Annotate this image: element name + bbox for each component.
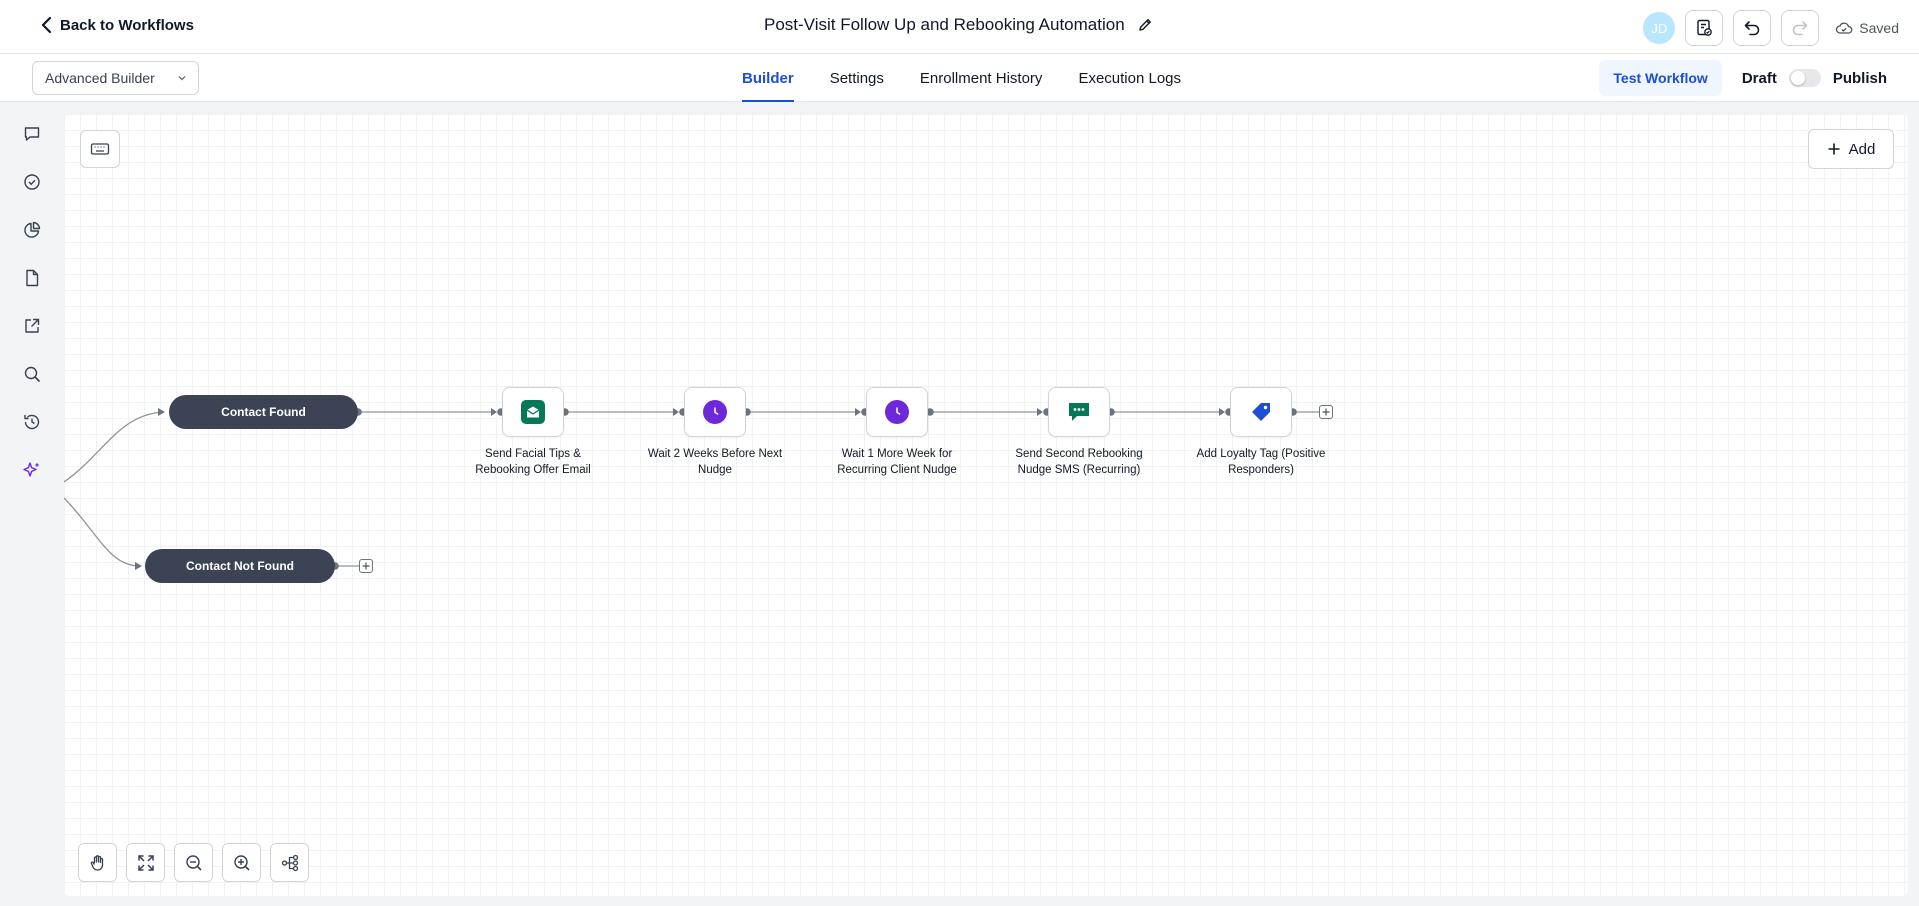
workflow-title-area: Post-Visit Follow Up and Rebooking Autom…	[764, 15, 1153, 35]
saved-label: Saved	[1859, 20, 1899, 36]
undo-button[interactable]	[1733, 10, 1772, 46]
publish-toggle[interactable]	[1788, 69, 1821, 87]
main-tabs: Builder Settings Enrollment History Exec…	[742, 54, 1181, 102]
publish-controls: Test Workflow Draft Publish	[1599, 60, 1887, 96]
step-wait-1-week-label: Wait 1 More Week for Recurring Client Nu…	[837, 448, 957, 476]
sparkle-icon[interactable]	[20, 458, 44, 482]
tag-icon	[1249, 400, 1273, 424]
pan-tool-button[interactable]	[78, 843, 117, 882]
zoom-in-button[interactable]	[222, 843, 261, 882]
zoom-in-icon	[233, 854, 250, 871]
workflow-connections	[64, 408, 1319, 570]
auto-layout-button[interactable]	[270, 843, 309, 882]
sub-bar: Advanced Builder Builder Settings Enroll…	[0, 54, 1919, 102]
step-email-label: Send Facial Tips & Rebooking Offer Email	[475, 448, 591, 476]
cloud-check-icon	[1836, 22, 1853, 34]
step-add-tag-label: Add Loyalty Tag (Positive Responders)	[1196, 448, 1326, 476]
test-workflow-button[interactable]: Test Workflow	[1599, 60, 1722, 96]
clock-icon	[885, 400, 909, 424]
edit-pencil-icon[interactable]	[1137, 17, 1153, 33]
step-wait-2-weeks-label: Wait 2 Weeks Before Next Nudge	[647, 448, 783, 476]
page-title: Post-Visit Follow Up and Rebooking Autom…	[764, 15, 1125, 34]
draft-label: Draft	[1741, 69, 1777, 87]
hand-icon	[90, 854, 103, 871]
top-bar: Back to Workflows Post-Visit Follow Up a…	[0, 0, 1919, 54]
chat-icon[interactable]	[20, 122, 44, 146]
top-right-actions: JD Saved	[1643, 10, 1899, 46]
step-sms-node[interactable]	[1048, 387, 1110, 437]
builder-mode-value: Advanced Builder	[45, 70, 155, 86]
zoom-out-button[interactable]	[174, 843, 213, 882]
chevron-left-icon	[41, 16, 52, 34]
workflow-notes-button[interactable]	[1685, 10, 1724, 46]
branch-contact-found[interactable]: Contact Found	[169, 395, 358, 429]
step-wait-2-weeks-node[interactable]	[684, 387, 746, 437]
step-email-node[interactable]	[502, 387, 564, 437]
tab-execution-logs[interactable]: Execution Logs	[1078, 54, 1181, 102]
clock-icon	[703, 400, 727, 424]
chevron-down-icon	[178, 76, 186, 81]
plus-icon	[1322, 408, 1330, 416]
redo-icon	[1793, 21, 1808, 36]
tab-builder[interactable]: Builder	[742, 54, 794, 102]
add-step-after-contact-not-found[interactable]	[359, 559, 373, 573]
workflow-canvas[interactable]: Add Contact Found Contact Not Found Send…	[64, 114, 1908, 896]
fit-view-button[interactable]	[126, 843, 165, 882]
zoom-out-icon	[185, 854, 202, 871]
history-icon[interactable]	[20, 410, 44, 434]
redo-button[interactable]	[1781, 10, 1820, 46]
avatar[interactable]: JD	[1643, 12, 1676, 44]
search-icon[interactable]	[20, 362, 44, 386]
back-label: Back to Workflows	[60, 16, 194, 34]
plus-icon	[362, 562, 370, 570]
back-to-workflows-link[interactable]: Back to Workflows	[40, 16, 194, 34]
add-step-after-tag[interactable]	[1319, 405, 1333, 419]
file-icon[interactable]	[20, 266, 44, 290]
left-sidebar	[0, 102, 64, 906]
email-icon	[521, 400, 545, 424]
step-wait-1-week-node[interactable]	[866, 387, 928, 437]
flow-tree-icon	[281, 854, 298, 871]
tab-enrollment-history[interactable]: Enrollment History	[920, 54, 1043, 102]
builder-mode-select[interactable]: Advanced Builder	[32, 61, 199, 95]
tab-settings[interactable]: Settings	[830, 54, 884, 102]
expand-icon	[137, 854, 154, 871]
document-check-icon	[1697, 19, 1713, 36]
publish-label: Publish	[1832, 69, 1887, 87]
sms-icon	[1067, 400, 1091, 424]
step-sms-label: Send Second Rebooking Nudge SMS (Recurri…	[1015, 448, 1143, 476]
branch-contact-not-found[interactable]: Contact Not Found	[145, 549, 335, 583]
saved-status: Saved	[1835, 20, 1899, 36]
external-link-icon[interactable]	[20, 314, 44, 338]
undo-icon	[1744, 21, 1760, 36]
pie-chart-icon[interactable]	[20, 218, 44, 242]
check-circle-icon[interactable]	[20, 170, 44, 194]
step-add-tag-node[interactable]	[1230, 387, 1292, 437]
canvas-toolbar	[78, 843, 309, 882]
